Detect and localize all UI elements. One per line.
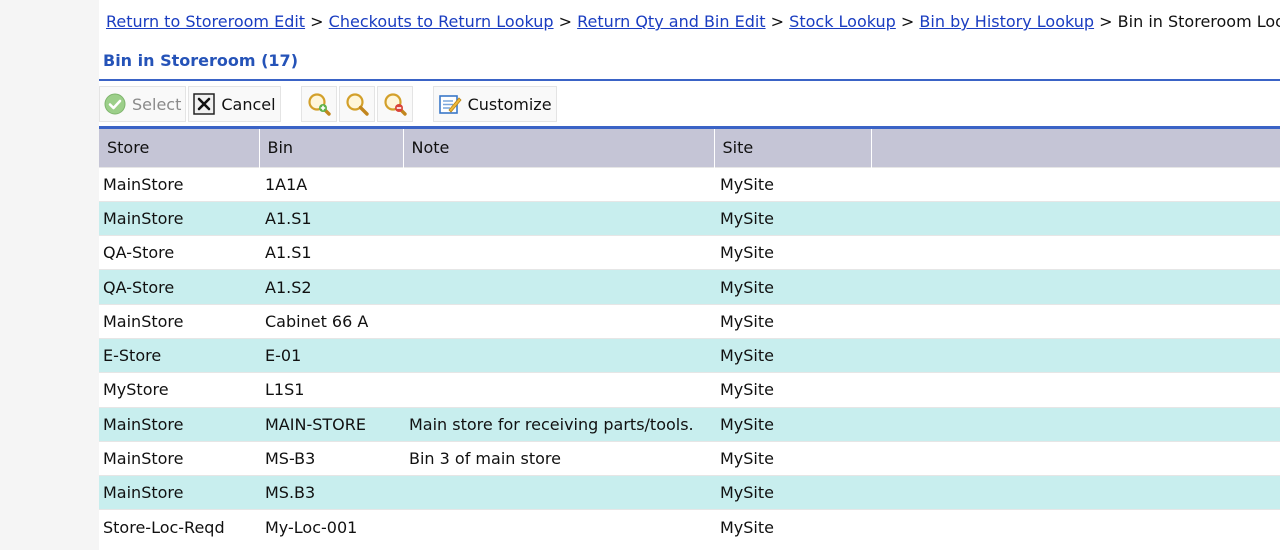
table-row[interactable]: MyStore L1S1 MySite (99, 372, 1280, 408)
cell-note (403, 303, 714, 339)
cancel-button[interactable]: Cancel (188, 86, 281, 122)
table-row[interactable]: MainStore MS.B3 MySite (99, 475, 1280, 510)
customize-icon (438, 92, 462, 116)
breadcrumb-current: Bin in Storeroom Lookup (1117, 12, 1280, 31)
cell-site: MySite (714, 235, 871, 270)
breadcrumb-separator: > (770, 12, 785, 31)
search-icon (344, 91, 370, 117)
breadcrumb-separator: > (900, 12, 915, 31)
breadcrumb-separator: > (558, 12, 573, 31)
table-row[interactable]: MainStore Cabinet 66 A MySite (99, 303, 1280, 339)
zoom-in-icon (306, 91, 332, 117)
cell-bin: Cabinet 66 A (259, 303, 403, 339)
close-box-icon (193, 93, 216, 115)
cell-bin: A1.S2 (259, 269, 403, 305)
cell-site: MySite (714, 200, 871, 236)
check-circle-icon (104, 93, 126, 115)
cancel-button-label: Cancel (221, 94, 276, 114)
select-button-label: Select (132, 94, 182, 114)
zoom-in-button[interactable] (300, 86, 337, 122)
cell-site: MySite (714, 406, 871, 442)
cell-note: Bin 3 of main store (403, 440, 714, 476)
column-header-site[interactable]: Site (714, 129, 872, 167)
cell-site: MySite (714, 303, 871, 339)
breadcrumb-separator: > (310, 12, 324, 31)
cell-bin: My-Loc-001 (259, 509, 403, 545)
cell-site: MySite (714, 166, 871, 202)
cell-store: MainStore (99, 475, 259, 510)
breadcrumb-link-checkouts-to-return-lookup[interactable]: Checkouts to Return Lookup (329, 12, 554, 31)
grid-header-row: Store Bin Note Site (99, 129, 1280, 167)
cell-bin: 1A1A (259, 166, 403, 202)
cell-site: MySite (714, 337, 871, 373)
cell-store: E-Store (99, 337, 259, 373)
cell-store: MainStore (99, 200, 259, 236)
table-row[interactable]: MainStore MAIN-STORE Main store for rece… (99, 406, 1280, 442)
cell-store: MyStore (99, 372, 259, 408)
cell-note (403, 235, 714, 270)
column-header-store[interactable]: Store (99, 129, 260, 167)
cell-bin: A1.S1 (259, 200, 403, 236)
zoom-out-icon (382, 91, 408, 117)
zoom-out-button[interactable] (376, 86, 413, 122)
main-content: Return to Storeroom Edit > Checkouts to … (99, 0, 1280, 550)
breadcrumb-link-stock-lookup[interactable]: Stock Lookup (789, 12, 896, 31)
customize-button-label: Customize (467, 94, 552, 114)
cell-bin: MS-B3 (259, 440, 403, 476)
column-header-note[interactable]: Note (403, 129, 715, 167)
customize-button[interactable]: Customize (432, 86, 557, 122)
cell-note (403, 372, 714, 408)
cell-bin: L1S1 (259, 372, 403, 408)
cell-note (403, 509, 714, 545)
cell-bin: E-01 (259, 337, 403, 373)
cell-bin: MS.B3 (259, 475, 403, 510)
page-title: Bin in Storeroom (17) (103, 51, 298, 70)
select-button[interactable]: Select (99, 86, 187, 122)
cell-store: QA-Store (99, 235, 259, 270)
search-button[interactable] (338, 86, 375, 122)
breadcrumb-link-return-qty-and-bin-edit[interactable]: Return Qty and Bin Edit (577, 12, 765, 31)
cell-bin: A1.S1 (259, 235, 403, 270)
cell-store: MainStore (99, 166, 259, 202)
cell-site: MySite (714, 269, 871, 305)
breadcrumb-link-return-to-storeroom-edit[interactable]: Return to Storeroom Edit (106, 12, 305, 31)
table-row[interactable]: QA-Store A1.S2 MySite (99, 269, 1280, 305)
cell-site: MySite (714, 440, 871, 476)
cell-site: MySite (714, 475, 871, 510)
cell-note (403, 166, 714, 202)
toolbar: Select Cancel Customize (99, 84, 1280, 124)
table-row[interactable]: MainStore MS-B3 Bin 3 of main store MySi… (99, 440, 1280, 476)
column-header-bin[interactable]: Bin (259, 129, 404, 167)
cell-note: Main store for receiving parts/tools. (403, 406, 714, 442)
breadcrumb-link-bin-by-history-lookup[interactable]: Bin by History Lookup (919, 12, 1094, 31)
table-row[interactable]: MainStore 1A1A MySite (99, 166, 1280, 202)
cell-store: MainStore (99, 440, 259, 476)
title-divider (99, 79, 1280, 81)
bin-grid: Store Bin Note Site MainStore 1A1A MySit… (99, 129, 1280, 545)
table-row[interactable]: QA-Store A1.S1 MySite (99, 235, 1280, 270)
cell-store: MainStore (99, 303, 259, 339)
cell-bin: MAIN-STORE (259, 406, 403, 442)
column-header-filler (871, 129, 1280, 167)
breadcrumb-separator: > (1099, 12, 1113, 31)
table-row[interactable]: E-Store E-01 MySite (99, 337, 1280, 373)
cell-site: MySite (714, 372, 871, 408)
cell-store: Store-Loc-Reqd (99, 509, 259, 545)
cell-store: MainStore (99, 406, 259, 442)
cell-note (403, 200, 714, 236)
cell-site: MySite (714, 509, 871, 545)
cell-store: QA-Store (99, 269, 259, 305)
cell-note (403, 337, 714, 373)
table-row[interactable]: MainStore A1.S1 MySite (99, 200, 1280, 236)
left-margin (0, 0, 100, 550)
cell-note (403, 475, 714, 510)
cell-note (403, 269, 714, 305)
breadcrumb: Return to Storeroom Edit > Checkouts to … (106, 11, 1280, 33)
table-row[interactable]: Store-Loc-Reqd My-Loc-001 MySite (99, 509, 1280, 545)
